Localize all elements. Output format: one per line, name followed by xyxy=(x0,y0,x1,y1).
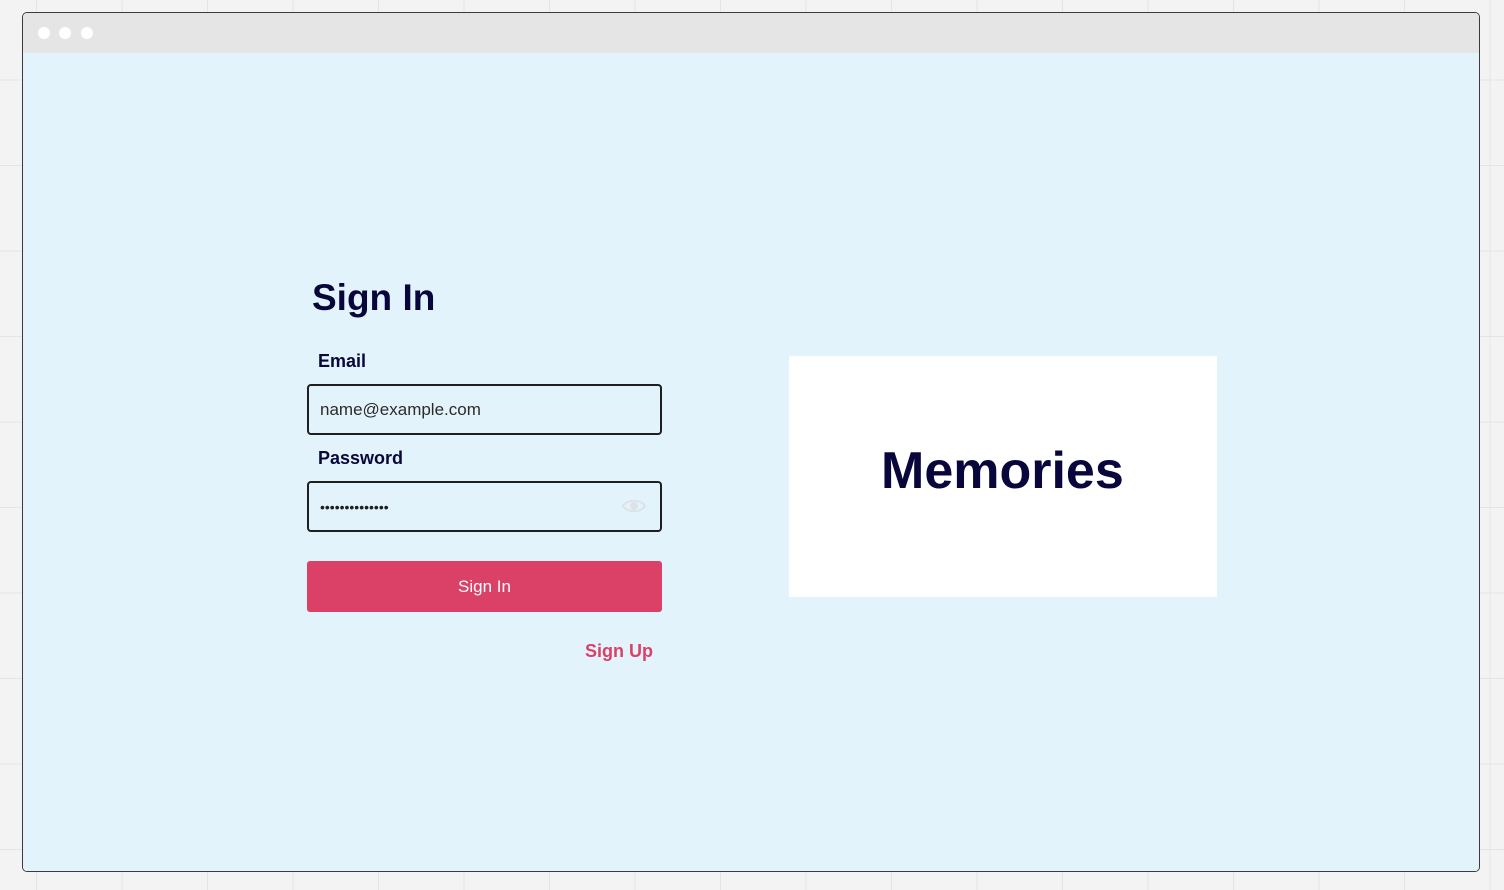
password-field-box xyxy=(307,481,662,532)
eye-icon[interactable] xyxy=(622,496,646,516)
signin-heading: Sign In xyxy=(312,277,436,318)
window-close-dot[interactable] xyxy=(38,27,50,39)
email-field[interactable] xyxy=(320,386,610,433)
password-field[interactable] xyxy=(320,483,610,530)
password-label: Password xyxy=(318,448,404,468)
window-maximize-dot[interactable] xyxy=(81,27,93,39)
window-titlebar xyxy=(23,13,1479,53)
email-field-box xyxy=(307,384,662,435)
page-content: Sign In Email Password Sign In Sign Up M… xyxy=(23,53,1479,871)
email-label: Email xyxy=(318,351,367,371)
browser-window: Sign In Email Password Sign In Sign Up M… xyxy=(22,12,1480,872)
signup-link[interactable]: Sign Up xyxy=(585,642,653,660)
brand-panel: Memories xyxy=(789,356,1217,597)
window-minimize-dot[interactable] xyxy=(59,27,71,39)
signin-button[interactable]: Sign In xyxy=(307,561,662,612)
brand-title: Memories xyxy=(881,442,1124,500)
